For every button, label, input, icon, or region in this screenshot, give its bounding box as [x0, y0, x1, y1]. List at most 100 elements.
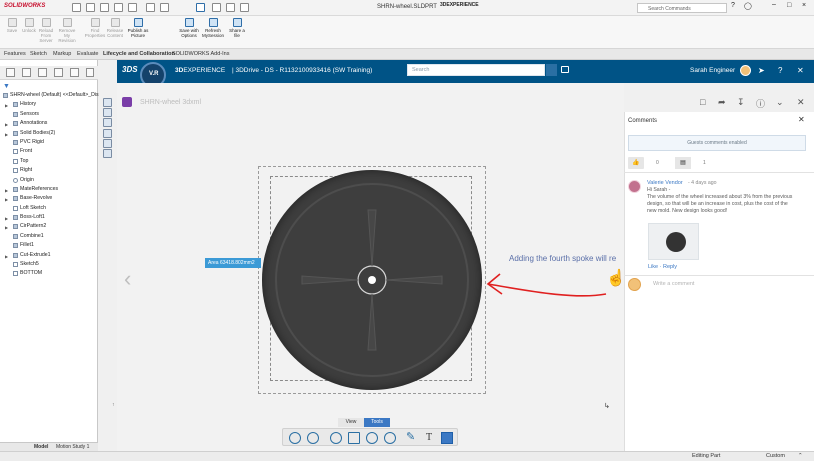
- tree-item[interactable]: Front: [0, 147, 98, 156]
- like-button[interactable]: 👍: [628, 157, 644, 169]
- help-icon[interactable]: ?: [731, 2, 740, 11]
- tree-item[interactable]: Sensors: [0, 110, 98, 119]
- dimxpert-icon[interactable]: [54, 68, 63, 77]
- custom-properties-icon[interactable]: [103, 138, 112, 148]
- search-commands-input[interactable]: Search Commands: [637, 3, 727, 13]
- tree-item[interactable]: BOTTOM: [0, 269, 98, 278]
- share-icon[interactable]: ➤: [758, 66, 765, 75]
- status-bar: Editing Part Custom ⌃: [0, 451, 814, 461]
- write-comment-input[interactable]: Write a comment: [653, 281, 694, 287]
- sketch-icon: [13, 262, 18, 268]
- explode-icon[interactable]: [384, 432, 396, 444]
- tab-sketch[interactable]: Sketch: [30, 51, 47, 57]
- tab-evaluate[interactable]: Evaluate: [77, 51, 98, 57]
- comments-title: Comments: [628, 118, 658, 124]
- comment-count-button[interactable]: ▤: [675, 157, 691, 169]
- panel-expand-icon[interactable]: [86, 68, 94, 77]
- tree-item[interactable]: ▶ Base-Revolve: [0, 194, 98, 203]
- release-content-button[interactable]: Release Content: [104, 18, 126, 38]
- tree-item[interactable]: Combine1: [0, 232, 98, 241]
- comment-actions[interactable]: Like · Reply: [648, 264, 677, 270]
- close-icon[interactable]: ✕: [798, 115, 805, 124]
- appearances-icon[interactable]: [103, 128, 112, 138]
- tab-markup[interactable]: Markup: [53, 51, 71, 57]
- markup-red-arrow: [486, 273, 607, 297]
- tree-item[interactable]: Origin: [0, 176, 98, 185]
- restore-icon[interactable]: □: [787, 2, 796, 11]
- tree-item[interactable]: ▶ Annotations: [0, 119, 98, 128]
- configuration-icon[interactable]: [38, 68, 47, 77]
- chevron-up-icon[interactable]: ⌃: [798, 453, 803, 459]
- section-icon[interactable]: [348, 432, 360, 444]
- close-icon[interactable]: ✕: [797, 97, 805, 108]
- view-palette-icon[interactable]: [103, 148, 112, 158]
- tree-item[interactable]: ▶ Solid Bodies(2): [0, 129, 98, 138]
- refresh-mysession-button[interactable]: Refresh MySession: [202, 18, 224, 38]
- info-icon[interactable]: ⓘ: [756, 97, 765, 110]
- tree-root[interactable]: SHRN-wheel (Default) <<Default>_Dis: [0, 91, 99, 100]
- tab-tools[interactable]: Tools: [364, 418, 390, 427]
- comment-attachment-thumbnail[interactable]: [648, 223, 699, 260]
- remove-revision-button[interactable]: Remove My Revision: [56, 18, 78, 43]
- appearance-icon[interactable]: [70, 68, 79, 77]
- search-input[interactable]: Search: [407, 64, 545, 76]
- chevron-down-icon[interactable]: ⌄: [776, 97, 784, 108]
- tree-item[interactable]: Right: [0, 166, 98, 175]
- tab-model[interactable]: Model: [34, 444, 48, 450]
- tab-view[interactable]: View: [338, 418, 364, 427]
- close-icon[interactable]: ✕: [797, 66, 804, 75]
- tab-lifecycle[interactable]: Lifecycle and Collaboration: [103, 51, 175, 57]
- task-pane-strip: [103, 98, 115, 158]
- units-selector[interactable]: Custom: [766, 453, 785, 459]
- command-tabs: Features Sketch Markup Evaluate Lifecycl…: [0, 49, 814, 60]
- tree-item[interactable]: ▶ Cut-Extrude1: [0, 251, 98, 260]
- wheel-model[interactable]: [262, 170, 482, 390]
- pencil-icon[interactable]: ✎: [406, 430, 418, 443]
- zoom-icon[interactable]: [307, 432, 319, 444]
- help-icon[interactable]: ?: [778, 66, 782, 75]
- find-properties-button[interactable]: Find Properties: [84, 18, 106, 38]
- 3d-content-icon[interactable]: [103, 98, 112, 107]
- tree-item[interactable]: ▶ MateReferences: [0, 185, 98, 194]
- publish-picture-button[interactable]: Publish as Picture: [127, 18, 149, 38]
- tree-item[interactable]: Sketch5: [0, 260, 98, 269]
- close-window-icon[interactable]: ×: [802, 2, 811, 11]
- measure-icon[interactable]: [366, 432, 378, 444]
- tree-item[interactable]: Loft Sketch: [0, 204, 98, 213]
- refresh-icon: [208, 18, 218, 27]
- tree-item[interactable]: ▶ CirPattern2: [0, 222, 98, 231]
- share-file-button[interactable]: Share a file: [226, 18, 248, 38]
- previous-arrow-icon[interactable]: ‹: [124, 266, 131, 292]
- reload-button[interactable]: Reload From Server: [35, 18, 57, 43]
- tab-features[interactable]: Features: [4, 51, 26, 57]
- download-icon[interactable]: ↧: [737, 97, 745, 108]
- tree-item[interactable]: ▶ History: [0, 100, 98, 109]
- design-library-icon[interactable]: [103, 108, 112, 118]
- user-name[interactable]: Sarah Engineer: [690, 67, 735, 74]
- release-content-icon: [110, 18, 120, 27]
- tree-item[interactable]: ▶ Boss-Loft1: [0, 213, 98, 222]
- tree-item[interactable]: Top: [0, 157, 98, 166]
- tree-item[interactable]: PVC Rigid: [0, 138, 98, 147]
- tab-addins[interactable]: SOLIDWORKS Add-Ins: [172, 51, 229, 57]
- text-tool-icon[interactable]: T: [426, 432, 432, 443]
- tab-motion-study[interactable]: Motion Study 1: [56, 444, 89, 450]
- tree-item[interactable]: Fillet1: [0, 241, 98, 250]
- fit-all-icon[interactable]: [289, 432, 301, 444]
- origin-icon: [13, 177, 18, 183]
- user-avatar[interactable]: [740, 65, 751, 76]
- filter-icon[interactable]: ▼: [3, 83, 10, 90]
- comment-icon[interactable]: □: [700, 97, 705, 107]
- tag-icon[interactable]: [561, 66, 569, 73]
- property-manager-icon[interactable]: [22, 68, 31, 77]
- share-icon[interactable]: ➦: [718, 97, 726, 108]
- file-explorer-icon[interactable]: [103, 118, 112, 128]
- minimize-icon[interactable]: –: [772, 1, 781, 10]
- markup-panel-icon[interactable]: [441, 432, 453, 444]
- save-with-options-button[interactable]: Save with Options: [178, 18, 200, 38]
- user-icon[interactable]: ◯: [744, 2, 753, 11]
- search-button[interactable]: [546, 64, 557, 76]
- feature-tree-icon[interactable]: [6, 68, 15, 77]
- comment-author[interactable]: Valerie Vendor: [647, 180, 683, 186]
- view-orient-icon[interactable]: [330, 432, 342, 444]
